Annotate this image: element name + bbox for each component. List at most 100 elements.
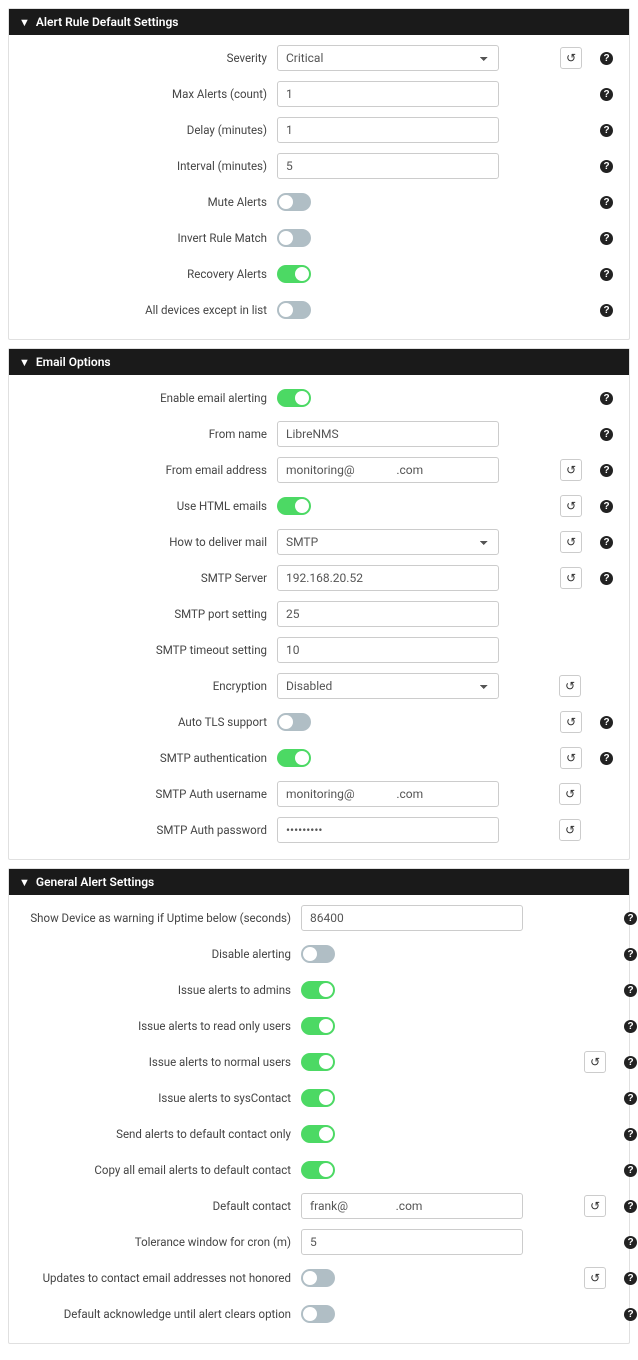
form-row-defaultonly: Send alerts to default contact only? xyxy=(19,1121,619,1147)
reset-button[interactable]: ↻ xyxy=(560,711,582,733)
panel-header-emailOptions[interactable]: ▼Email Options xyxy=(9,349,629,375)
panel-header-alertRules[interactable]: ▼Alert Rule Default Settings xyxy=(9,9,629,35)
reset-button[interactable]: ↻ xyxy=(560,47,582,69)
readonly-toggle[interactable] xyxy=(301,1017,335,1035)
smtpTimeout-input[interactable] xyxy=(277,637,499,663)
severity-select[interactable]: Critical xyxy=(277,45,499,71)
help-icon[interactable]: ? xyxy=(624,1164,637,1177)
field-control xyxy=(277,153,499,179)
help-icon[interactable]: ? xyxy=(600,304,613,317)
maxAlerts-input[interactable] xyxy=(277,81,499,107)
allExcept-toggle[interactable] xyxy=(277,301,311,319)
tolerance-input[interactable] xyxy=(301,1229,523,1255)
reset-button[interactable]: ↻ xyxy=(559,675,581,697)
reset-button[interactable]: ↻ xyxy=(560,567,582,589)
ackdefault-toggle[interactable] xyxy=(301,1305,335,1323)
reset-button[interactable]: ↻ xyxy=(584,1051,606,1073)
help-icon[interactable]: ? xyxy=(600,196,613,209)
field-label: How to deliver mail xyxy=(19,535,277,549)
label-text: Auto TLS support xyxy=(178,715,267,729)
help-icon[interactable]: ? xyxy=(600,572,613,585)
label-text: Issue alerts to read only users xyxy=(138,1019,291,1033)
help-icon[interactable]: ? xyxy=(600,232,613,245)
help-icon[interactable]: ? xyxy=(624,1272,637,1285)
copyall-toggle[interactable] xyxy=(301,1161,335,1179)
help-icon[interactable]: ? xyxy=(600,536,613,549)
label-text: All devices except in list xyxy=(145,303,267,317)
field-control xyxy=(301,1269,523,1287)
form-row-authPass: SMTP Auth password↻ xyxy=(19,817,619,843)
help-icon[interactable]: ? xyxy=(624,1020,637,1033)
field-actions: ? xyxy=(523,1128,638,1141)
field-control xyxy=(277,749,499,767)
encryption-select[interactable]: Disabled xyxy=(277,673,499,699)
reset-button[interactable]: ↻ xyxy=(560,531,582,553)
autoTls-toggle[interactable] xyxy=(277,713,311,731)
authPass-input[interactable] xyxy=(277,817,499,843)
field-actions: ? xyxy=(499,428,619,441)
help-icon[interactable]: ? xyxy=(600,392,613,405)
help-icon[interactable]: ? xyxy=(624,1092,637,1105)
help-icon[interactable]: ? xyxy=(624,912,637,925)
normal-toggle[interactable] xyxy=(301,1053,335,1071)
form-row-admins: Issue alerts to admins? xyxy=(19,977,619,1003)
field-actions: ? xyxy=(499,160,619,173)
panel-generalAlert: ▼General Alert SettingsShow Device as wa… xyxy=(8,868,630,1344)
help-icon[interactable]: ? xyxy=(600,124,613,137)
reset-button[interactable]: ↻ xyxy=(560,495,582,517)
help-icon[interactable]: ? xyxy=(600,716,613,729)
form-row-normal: Issue alerts to normal users↻? xyxy=(19,1049,619,1075)
syscontact-toggle[interactable] xyxy=(301,1089,335,1107)
invert-toggle[interactable] xyxy=(277,229,311,247)
form-row-fromName: From name? xyxy=(19,421,619,447)
help-icon[interactable]: ? xyxy=(600,160,613,173)
deliver-select[interactable]: SMTP xyxy=(277,529,499,555)
fromEmail-input[interactable] xyxy=(277,457,499,483)
field-control xyxy=(301,1017,523,1035)
help-icon[interactable]: ? xyxy=(624,1200,637,1213)
smtpAuth-toggle[interactable] xyxy=(277,749,311,767)
reset-button[interactable]: ↻ xyxy=(559,783,581,805)
reset-button[interactable]: ↻ xyxy=(560,747,582,769)
defaultonly-toggle[interactable] xyxy=(301,1125,335,1143)
field-control xyxy=(301,945,523,963)
reset-button[interactable]: ↻ xyxy=(559,819,581,841)
mute-toggle[interactable] xyxy=(277,193,311,211)
recovery-toggle[interactable] xyxy=(277,265,311,283)
help-icon[interactable]: ? xyxy=(624,948,637,961)
panel-header-generalAlert[interactable]: ▼General Alert Settings xyxy=(9,869,629,895)
disable-toggle[interactable] xyxy=(301,945,335,963)
enable-toggle[interactable] xyxy=(277,389,311,407)
admins-toggle[interactable] xyxy=(301,981,335,999)
help-icon[interactable]: ? xyxy=(624,1236,637,1249)
smtpServer-input[interactable] xyxy=(277,565,499,591)
help-icon[interactable]: ? xyxy=(600,500,613,513)
field-label: Max Alerts (count) xyxy=(19,87,277,101)
help-icon[interactable]: ? xyxy=(600,268,613,281)
form-row-disable: Disable alerting? xyxy=(19,941,619,967)
reset-button[interactable]: ↻ xyxy=(584,1195,606,1217)
delay-input[interactable] xyxy=(277,117,499,143)
help-icon[interactable]: ? xyxy=(600,428,613,441)
fromName-input[interactable] xyxy=(277,421,499,447)
help-icon[interactable]: ? xyxy=(600,52,613,65)
interval-input[interactable] xyxy=(277,153,499,179)
field-actions: ? xyxy=(523,984,638,997)
field-control xyxy=(301,1193,523,1219)
field-control xyxy=(277,637,499,663)
defaultcontact-input[interactable] xyxy=(301,1193,523,1219)
authUser-input[interactable] xyxy=(277,781,499,807)
help-icon[interactable]: ? xyxy=(624,1128,637,1141)
reset-button[interactable]: ↻ xyxy=(560,459,582,481)
help-icon[interactable]: ? xyxy=(624,1056,637,1069)
updates-toggle[interactable] xyxy=(301,1269,335,1287)
htmlEmails-toggle[interactable] xyxy=(277,497,311,515)
help-icon[interactable]: ? xyxy=(624,1308,637,1321)
help-icon[interactable]: ? xyxy=(600,752,613,765)
help-icon[interactable]: ? xyxy=(600,88,613,101)
reset-button[interactable]: ↻ xyxy=(584,1267,606,1289)
smtpPort-input[interactable] xyxy=(277,601,499,627)
help-icon[interactable]: ? xyxy=(600,464,613,477)
help-icon[interactable]: ? xyxy=(624,984,637,997)
uptime-input[interactable] xyxy=(301,905,523,931)
